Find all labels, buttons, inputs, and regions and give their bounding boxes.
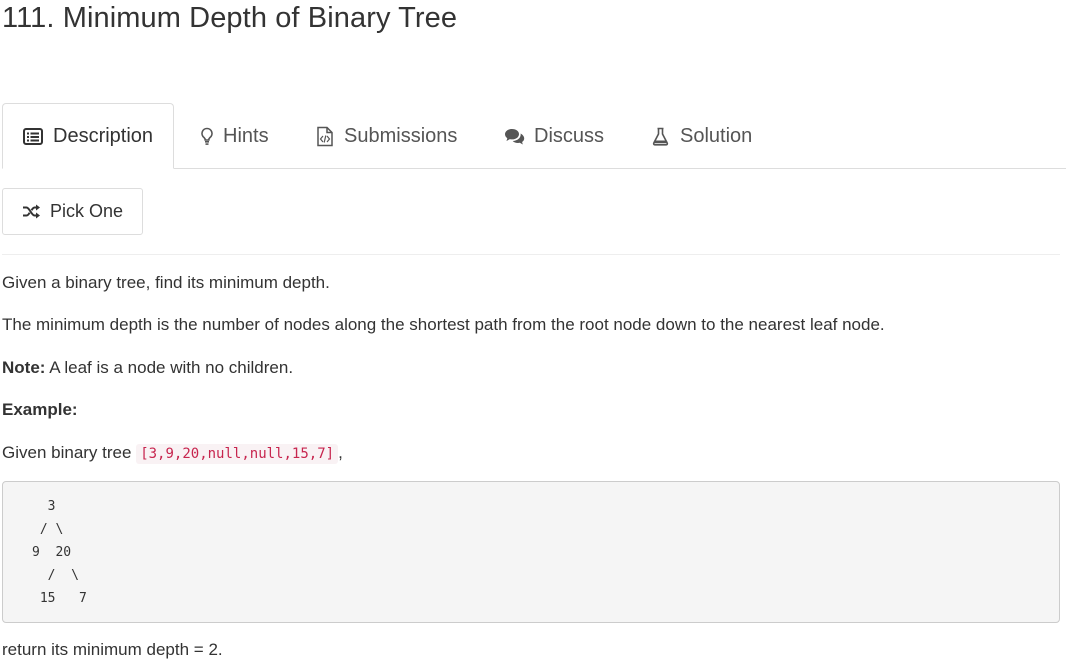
tab-description-label: Description [53, 124, 154, 147]
description-paragraph-1: Given a binary tree, find its minimum de… [2, 273, 330, 292]
code-file-icon [316, 126, 334, 147]
pick-one-button[interactable]: Pick One [2, 188, 143, 235]
note-text: A leaf is a node with no children. [45, 358, 294, 377]
note-label: Note: [2, 358, 46, 377]
flask-icon [652, 127, 669, 146]
tab-description[interactable]: Description [2, 103, 175, 169]
divider [2, 254, 1060, 255]
tree-diagram: 3 / \ 9 20 / \ 15 7 [2, 481, 1060, 623]
tab-bar: Description Hints Submissions Discuss So… [2, 103, 1066, 169]
given-tree-code: [3,9,20,null,null,15,7] [136, 444, 339, 464]
tab-hints[interactable]: Hints [200, 103, 269, 169]
shuffle-icon [22, 204, 41, 219]
list-icon [23, 127, 43, 145]
page-title: 111. Minimum Depth of Binary Tree [2, 2, 458, 34]
tab-hints-label: Hints [223, 124, 269, 147]
tab-submissions-label: Submissions [344, 124, 458, 147]
lightbulb-icon [200, 127, 214, 146]
tab-solution[interactable]: Solution [652, 103, 752, 169]
comments-icon [504, 128, 525, 145]
tab-discuss[interactable]: Discuss [504, 103, 604, 169]
given-prefix: Given binary tree [2, 443, 137, 462]
given-suffix: , [338, 443, 343, 462]
description-paragraph-2: The minimum depth is the number of nodes… [2, 315, 885, 334]
example-label: Example: [2, 400, 78, 419]
tab-solution-label: Solution [680, 124, 753, 147]
given-tree-paragraph: Given binary tree [3,9,20,null,null,15,7… [2, 443, 343, 464]
result-paragraph: return its minimum depth = 2. [2, 640, 223, 659]
note-paragraph: Note: A leaf is a node with no children. [2, 358, 293, 378]
example-heading: Example: [2, 400, 78, 420]
pick-one-label: Pick One [50, 201, 124, 221]
tab-submissions[interactable]: Submissions [316, 103, 457, 169]
tab-discuss-label: Discuss [534, 124, 605, 147]
